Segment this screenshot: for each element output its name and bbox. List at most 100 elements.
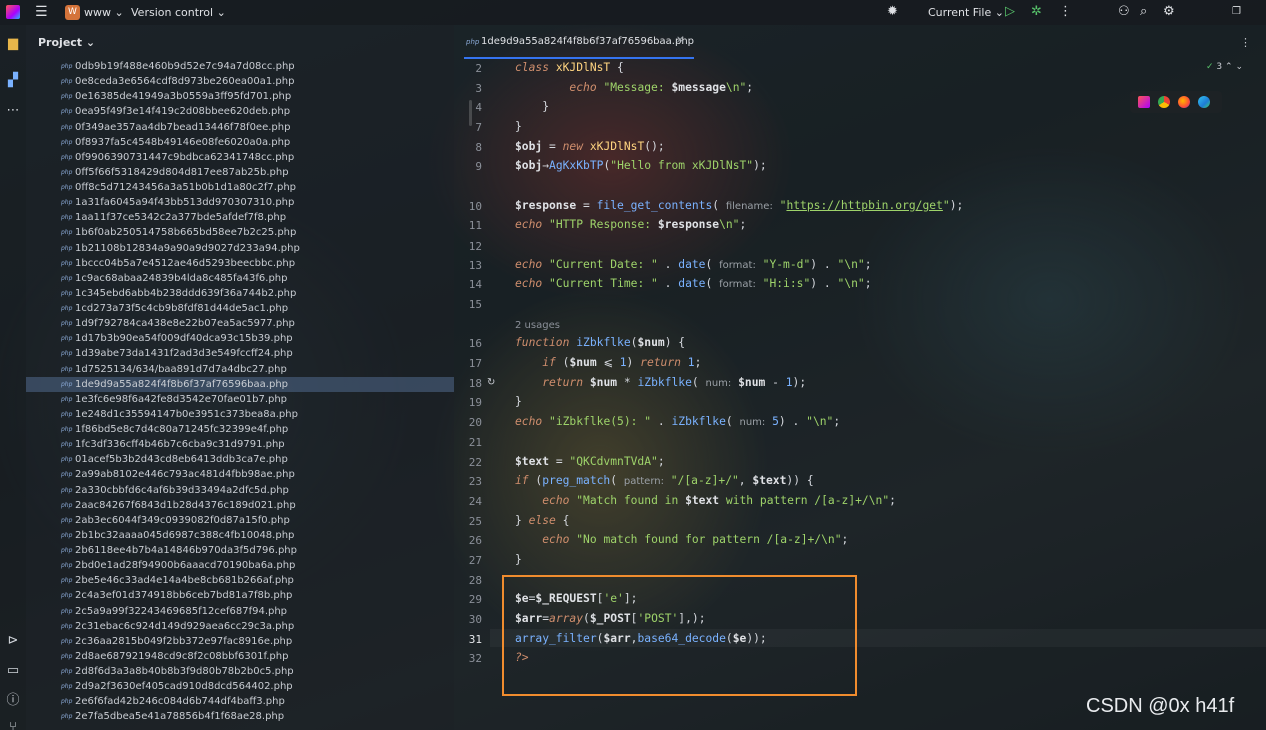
file-tree-item[interactable]: php 2c31ebac6c924d149d929aea6cc29c3a.php [26, 619, 454, 634]
line-number[interactable]: 31 [454, 633, 482, 646]
line-number[interactable]: 2 [454, 62, 482, 75]
line-number[interactable]: 19 [454, 396, 482, 409]
run-icon[interactable]: ▷ [1005, 4, 1015, 19]
tab-current-file[interactable]: php 1de9d9a55a824f4f8b6f37af76596baa.php… [464, 25, 694, 59]
file-tree-item[interactable]: php 2c4a3ef01d374918bb6ceb7bd81a7f8b.php [26, 588, 454, 603]
file-tree-item[interactable]: php 1bccc04b5a7e4512ae46d5293beecbbc.php [26, 256, 454, 271]
file-tree-item[interactable]: php 0e8ceda3e6564cdf8d973be260ea00a1.php [26, 74, 454, 89]
file-tree-item[interactable]: php 2e6f6fad42b246c084d6b744df4baff3.php [26, 694, 454, 709]
line-number[interactable]: 28 [454, 574, 482, 587]
line-number[interactable]: 17 [454, 357, 482, 370]
settings-gear-icon[interactable]: ⚙ [1163, 4, 1175, 19]
file-tree-item[interactable]: php 1e3fc6e98f6a42fe8d3542e70fae01b7.php [26, 392, 454, 407]
file-tree-item[interactable]: php 2e7fa5dbea5e41a78856b4f1f68ae28.php [26, 709, 454, 724]
line-number[interactable]: 21 [454, 436, 482, 449]
file-tree-item[interactable]: php 1d9f792784ca438e8e22b07ea5ac5977.php [26, 316, 454, 331]
file-tree-item[interactable]: php 0f8937fa5c4548b49146e08fe6020a0a.php [26, 135, 454, 150]
search-icon[interactable]: ⌕ [1140, 4, 1147, 19]
restore-window-icon[interactable]: ❐ [1232, 6, 1241, 17]
chrome-icon[interactable] [1158, 96, 1170, 108]
file-tree-item[interactable]: php 2aac84267f6843d1b28d4376c189d021.php [26, 498, 454, 513]
line-number[interactable]: 22 [454, 456, 482, 469]
add-user-icon[interactable]: ⚇ [1118, 4, 1130, 19]
folder-icon[interactable]: ▆ [5, 36, 21, 52]
file-tree-item[interactable]: php 0db9b19f488e460b9d52e7c94a7d08cc.php [26, 59, 454, 74]
terminal-icon[interactable]: ▭ [5, 663, 21, 679]
line-number[interactable]: 11 [454, 219, 482, 232]
line-number[interactable]: 18 [454, 377, 482, 390]
file-tree-item[interactable]: php 2ab3ec6044f349c0939082f0d87a15f0.php [26, 513, 454, 528]
inspection-widget[interactable]: ✓ 3 ⌃ ⌄ [1206, 62, 1243, 72]
project-panel-title[interactable]: Project ⌄ [38, 36, 95, 49]
line-number[interactable]: 24 [454, 495, 482, 508]
file-tree-item[interactable]: php 2a99ab8102e446c793ac481d4fbb98ae.php [26, 467, 454, 482]
file-tree-item[interactable]: php 2c36aa2815b049f2bb372e97fac8916e.php [26, 634, 454, 649]
debug-icon[interactable]: ✲ [1031, 4, 1042, 19]
line-number[interactable]: 13 [454, 259, 482, 272]
line-number[interactable]: 3 [454, 82, 482, 95]
project-badge[interactable]: W [65, 5, 80, 20]
line-number[interactable]: 25 [454, 515, 482, 528]
main-menu-icon[interactable]: ☰ [35, 4, 48, 20]
line-number[interactable]: 12 [454, 240, 482, 253]
file-tree-item[interactable]: php 2bd0e1ad28f94900b6aaacd70190ba6a.php [26, 558, 454, 573]
line-number[interactable]: 14 [454, 278, 482, 291]
version-control-menu[interactable]: Version control ⌄ [131, 6, 226, 19]
line-number[interactable]: 4 [454, 101, 482, 114]
phpstorm-browser-icon[interactable] [1138, 96, 1150, 108]
file-tree-item[interactable]: php 01acef5b3b2d43cd8eb6413ddb3ca7e.php [26, 452, 454, 467]
bug-icon[interactable]: ✹ [887, 4, 898, 19]
file-tree-item[interactable]: php 0ff8c5d71243456a3a51b0b1d1a80c2f7.php [26, 180, 454, 195]
file-tree-item[interactable]: php 0f9906390731447c9bdbca62341748cc.php [26, 150, 454, 165]
close-tab-icon[interactable]: ✕ [676, 35, 684, 46]
file-tree-item[interactable]: php 1d17b3b90ea54f009df40dca93c15b39.php [26, 331, 454, 346]
run-configuration-select[interactable]: Current File ⌄ [928, 6, 1004, 19]
file-tree-item[interactable]: php 1a31fa6045a94f43bb513dd970307310.php [26, 195, 454, 210]
file-tree-item[interactable]: php 1aa11f37ce5342c2a377bde5afdef7f8.php [26, 210, 454, 225]
line-number[interactable]: 8 [454, 141, 482, 154]
usages-hint[interactable]: 2 usages [515, 318, 560, 331]
file-tree-item[interactable]: php 0f349ae357aa4db7bead13446f78f0ee.php [26, 120, 454, 135]
file-tree-item[interactable]: php 2b6118ee4b7b4a14846b970da3f5d796.php [26, 543, 454, 558]
file-tree-item[interactable]: php 2d9a2f3630ef405cad910d8dcd564402.php [26, 679, 454, 694]
file-tree-item[interactable]: php 2c5a9a99f32243469685f12cef687f94.php [26, 604, 454, 619]
line-number[interactable]: 30 [454, 613, 482, 626]
file-tree-item[interactable]: php 2d8f6d3a3a8b40b8b3f9d80b78b2b0c5.php [26, 664, 454, 679]
problems-icon[interactable]: ⓘ [5, 693, 21, 709]
file-tree-item[interactable]: php 1c345ebd6abb4b238ddd639f36a744b2.php [26, 286, 454, 301]
line-number[interactable]: 16 [454, 337, 482, 350]
file-tree-item[interactable]: php 1c9ac68abaa24839b4lda8c485fa43f6.php [26, 271, 454, 286]
structure-icon[interactable]: ▞ [5, 73, 21, 89]
line-number[interactable]: 20 [454, 416, 482, 429]
edge-icon[interactable] [1198, 96, 1210, 108]
line-number[interactable]: 15 [454, 298, 482, 311]
firefox-icon[interactable] [1178, 96, 1190, 108]
more-actions-icon[interactable]: ⋮ [1059, 4, 1072, 19]
file-tree-item[interactable]: php 1d7525134/634/baa891d7d7a4dbc27.php [26, 362, 454, 377]
line-number[interactable]: 7 [454, 121, 482, 134]
file-tree-item[interactable]: php 0ff5f66f5318429d804d817ee87ab25b.php [26, 165, 454, 180]
file-tree-item[interactable]: php 1de9d9a55a824f4f8b6f37af76596baa.php [26, 376, 454, 392]
chevron-down-icon[interactable]: ⌄ [1235, 62, 1243, 72]
file-tree-item[interactable]: php 1f86bd5e8c7d4c80a71245fc32399e4f.php [26, 422, 454, 437]
services-icon[interactable]: ⊳ [5, 633, 21, 649]
line-number[interactable]: 32 [454, 652, 482, 665]
editor-options-icon[interactable]: ⋮ [1240, 36, 1251, 49]
file-tree-item[interactable]: php 1b6f0ab250514758b665bd58ee7b2c25.php [26, 225, 454, 240]
file-tree-item[interactable]: php 1e248d1c35594147b0e3951c373bea8a.php [26, 407, 454, 422]
file-tree-item[interactable]: php 0ea95f49f3e14f419c2d08bbee620deb.php [26, 104, 454, 119]
more-tools-icon[interactable]: ⋯ [5, 103, 21, 119]
chevron-up-icon[interactable]: ⌃ [1225, 62, 1233, 72]
line-number[interactable]: 9 [454, 160, 482, 173]
line-number[interactable]: 23 [454, 475, 482, 488]
line-number[interactable]: 10 [454, 200, 482, 213]
file-tree-item[interactable]: php 2d8ae687921948cd9c8f2c08bbf6301f.php [26, 649, 454, 664]
file-tree-item[interactable]: php 2b1bc32aaaa045d6987c388c4fb10048.php [26, 528, 454, 543]
file-tree-item[interactable]: php 2be5e46c33ad4e14a4be8cb681b266af.php [26, 573, 454, 588]
git-icon[interactable]: ⑂ [5, 720, 21, 730]
file-tree-item[interactable]: php 1fc3df336cff4b46b7c6cba9c31d9791.php [26, 437, 454, 452]
file-tree-item[interactable]: php 1cd273a73f5c4cb9b8fdf81d44de5ac1.php [26, 301, 454, 316]
file-tree-item[interactable]: php 0e16385de41949a3b0559a3ff95fd701.php [26, 89, 454, 104]
line-number[interactable]: 27 [454, 554, 482, 567]
file-tree-item[interactable]: php 1d39abe73da1431f2ad3d3e549fccff24.php [26, 346, 454, 361]
